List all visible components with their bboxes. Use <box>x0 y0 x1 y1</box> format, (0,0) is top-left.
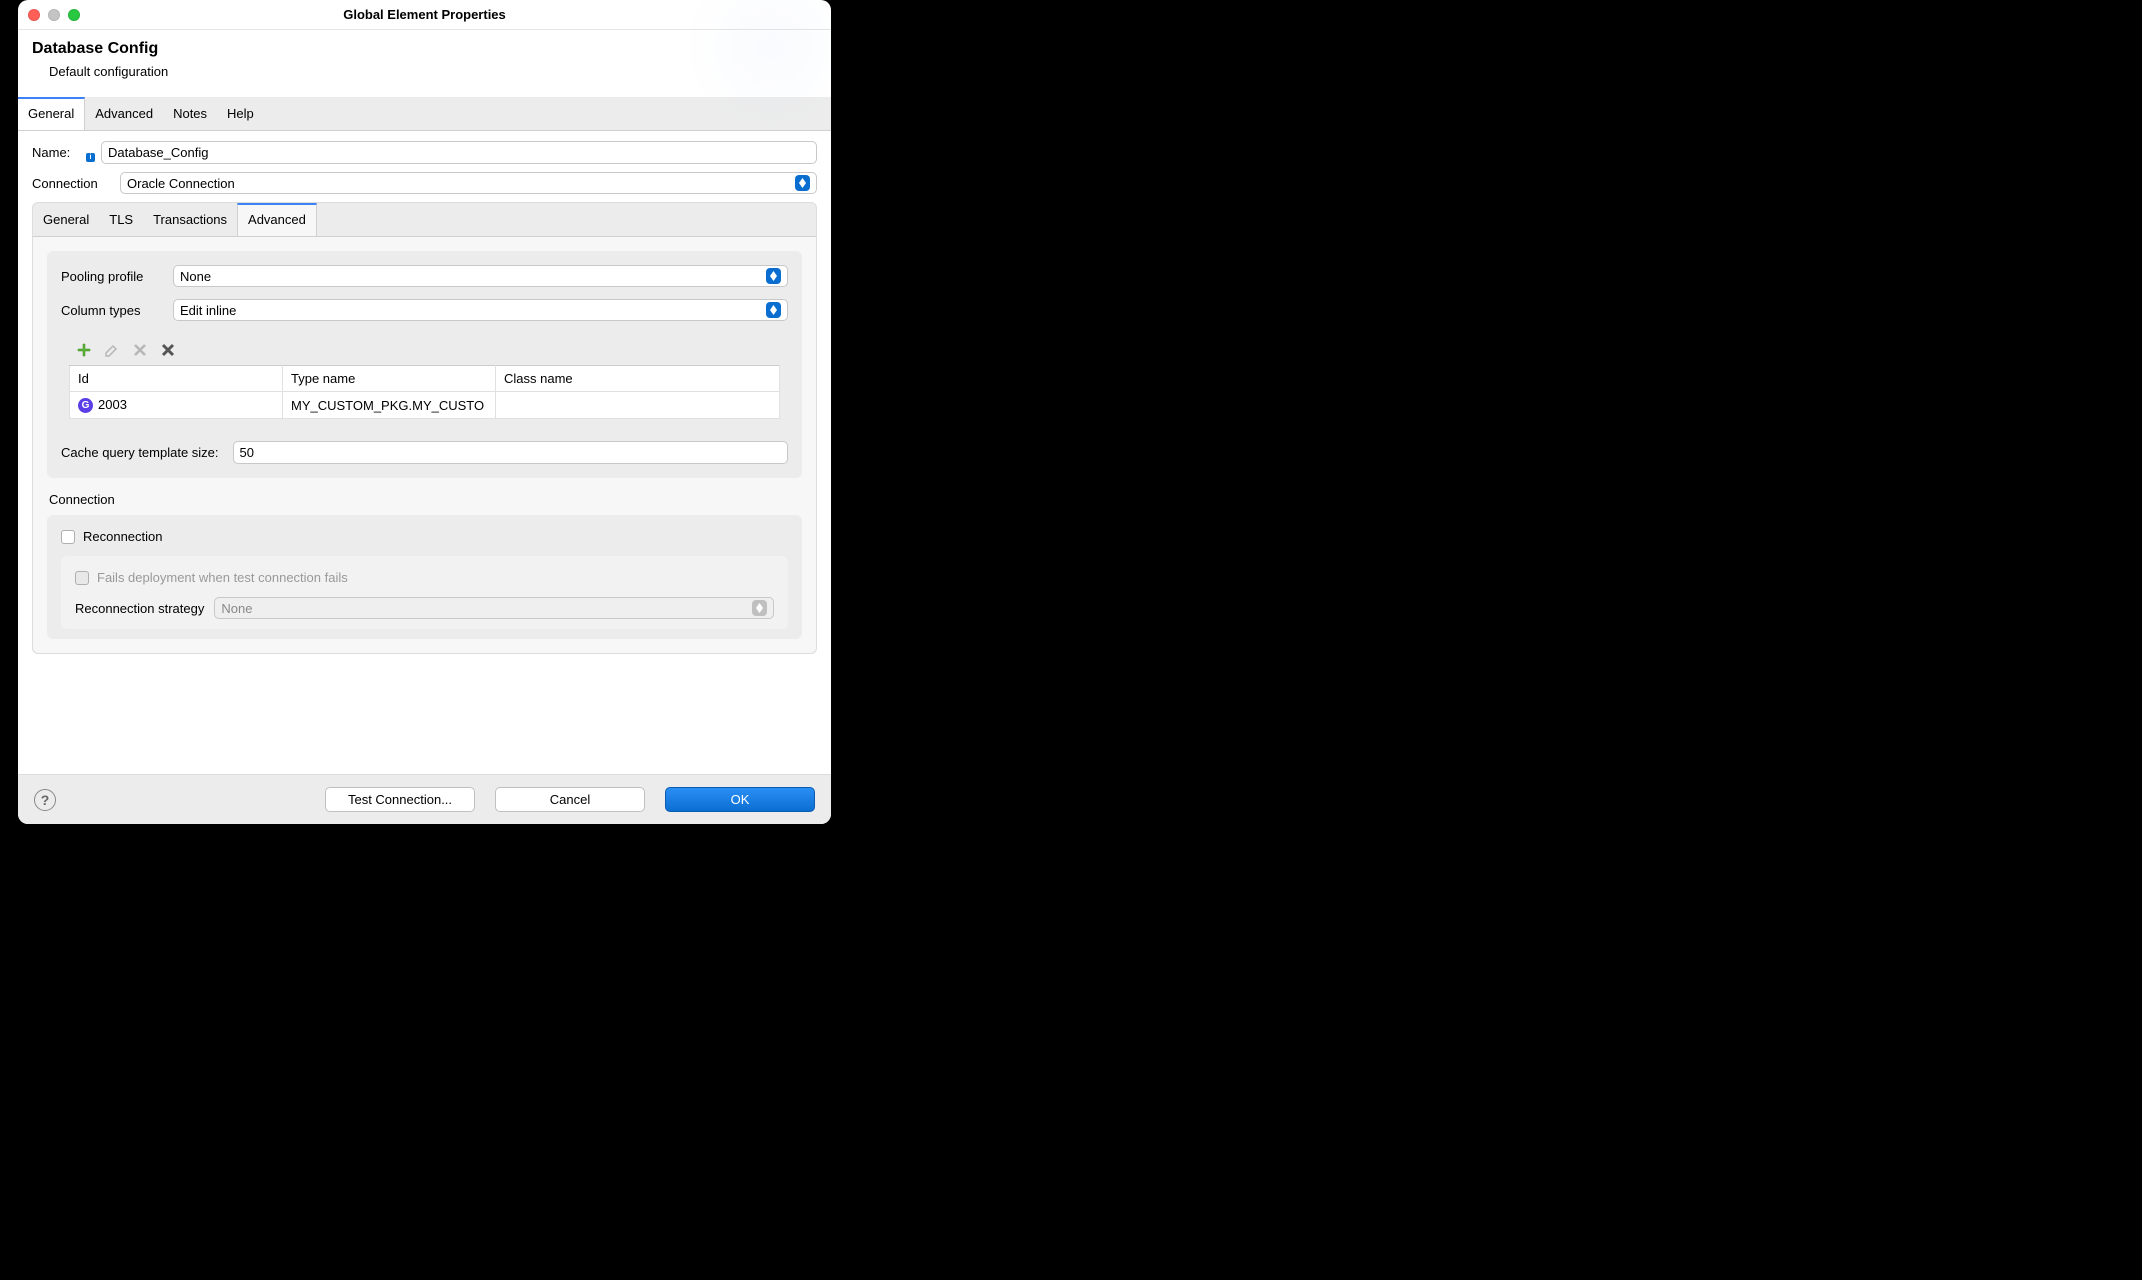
pooling-value: None <box>180 269 766 284</box>
subtab-advanced[interactable]: Advanced <box>237 203 317 236</box>
connection-section-title: Connection <box>49 492 802 507</box>
pooling-select[interactable]: None <box>173 265 788 287</box>
reconnection-checkbox[interactable] <box>61 530 75 544</box>
col-class-name[interactable]: Class name <box>496 366 780 392</box>
fails-label: Fails deployment when test connection fa… <box>97 570 348 585</box>
subtab-transactions[interactable]: Transactions <box>143 203 237 236</box>
column-types-label: Column types <box>61 303 161 318</box>
cancel-button[interactable]: Cancel <box>495 787 645 812</box>
table-row[interactable]: G 2003 MY_CUSTOM_PKG.MY_CUSTO <box>70 392 780 419</box>
col-id[interactable]: Id <box>70 366 283 392</box>
subpanel-body: Pooling profile None Column types E <box>33 237 816 653</box>
strategy-value: None <box>221 601 752 616</box>
column-types-select[interactable]: Edit inline <box>173 299 788 321</box>
subtab-general[interactable]: General <box>33 203 99 236</box>
cell-class-name <box>496 392 780 419</box>
fails-checkbox <box>75 571 89 585</box>
connection-subpanel: General TLS Transactions Advanced Poolin… <box>32 202 817 654</box>
connection-value: Oracle Connection <box>127 176 795 191</box>
column-types-value: Edit inline <box>180 303 766 318</box>
dialog-footer: ? Test Connection... Cancel OK <box>18 774 831 824</box>
name-label: Name: <box>32 145 84 160</box>
cache-label: Cache query template size: <box>61 445 219 460</box>
pooling-label: Pooling profile <box>61 269 161 284</box>
reconnection-label: Reconnection <box>83 529 163 544</box>
cell-type-name: MY_CUSTOM_PKG.MY_CUSTO <box>283 392 496 419</box>
strategy-select: None <box>214 597 774 619</box>
column-types-table: Id Type name Class name G 2003 <box>69 365 780 419</box>
col-type-name[interactable]: Type name <box>283 366 496 392</box>
tab-notes[interactable]: Notes <box>163 97 217 130</box>
info-icon: i <box>86 153 95 162</box>
dialog-header: Database Config Default configuration <box>18 30 831 97</box>
row-icon: G <box>78 398 93 413</box>
updown-icon <box>795 175 810 191</box>
page-title: Database Config <box>32 40 817 58</box>
dialog-window: Global Element Properties Database Confi… <box>18 0 831 824</box>
subtab-tls[interactable]: TLS <box>99 203 143 236</box>
page-subtitle: Default configuration <box>49 64 817 79</box>
tab-help[interactable]: Help <box>217 97 264 130</box>
updown-icon <box>766 268 781 284</box>
add-row-button[interactable] <box>75 341 93 359</box>
ok-button[interactable]: OK <box>665 787 815 812</box>
tab-advanced[interactable]: Advanced <box>85 97 163 130</box>
strategy-label: Reconnection strategy <box>75 601 204 616</box>
column-types-grid: Id Type name Class name G 2003 <box>61 327 788 427</box>
connection-card: Reconnection Fails deployment when test … <box>47 515 802 639</box>
connection-label: Connection <box>32 176 112 191</box>
grid-toolbar <box>69 335 780 365</box>
updown-icon <box>752 600 767 616</box>
connection-select[interactable]: Oracle Connection <box>120 172 817 194</box>
body: Name: i Connection Oracle Connection Gen… <box>18 131 831 774</box>
delete-row-button[interactable] <box>131 341 149 359</box>
help-button[interactable]: ? <box>34 789 56 811</box>
edit-row-button[interactable] <box>103 341 121 359</box>
cell-id: 2003 <box>98 397 127 412</box>
tab-general[interactable]: General <box>18 97 85 130</box>
updown-icon <box>766 302 781 318</box>
reconnection-subcard: Fails deployment when test connection fa… <box>61 556 788 629</box>
configure-button[interactable] <box>159 341 177 359</box>
sub-tabs: General TLS Transactions Advanced <box>33 203 816 237</box>
cache-input[interactable] <box>233 441 788 464</box>
test-connection-button[interactable]: Test Connection... <box>325 787 475 812</box>
name-input[interactable] <box>101 141 817 164</box>
advanced-card: Pooling profile None Column types E <box>47 251 802 478</box>
